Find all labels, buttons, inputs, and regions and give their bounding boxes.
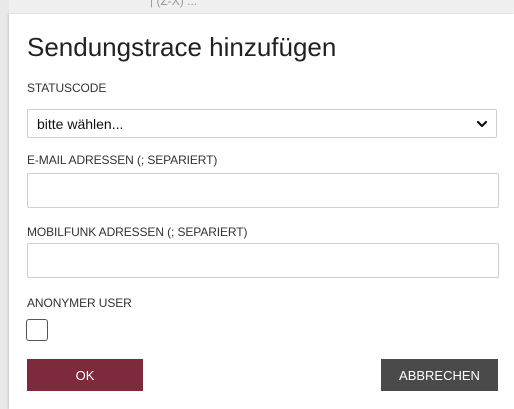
statuscode-select[interactable]: bitte wählen...: [27, 109, 497, 138]
background-edge: [0, 0, 9, 409]
statuscode-selected-value: bitte wählen...: [37, 116, 124, 132]
email-field[interactable]: [27, 173, 499, 208]
anonymous-user-label: ANONYMER USER: [27, 296, 132, 310]
background-page: | (Z-X) ...: [0, 0, 514, 14]
anonymous-user-checkbox[interactable]: [26, 319, 48, 341]
mobile-field[interactable]: [27, 243, 499, 278]
dialog-title: Sendungstrace hinzufügen: [27, 32, 337, 62]
mobile-label: MOBILFUNK ADRESSEN (; SEPARIERT): [27, 225, 248, 239]
statuscode-label: STATUSCODE: [27, 81, 107, 95]
ok-button[interactable]: OK: [27, 359, 143, 391]
add-shipment-trace-dialog: Sendungstrace hinzufügen STATUSCODE bitt…: [9, 14, 514, 409]
email-label: E-MAIL ADRESSEN (; SEPARIERT): [27, 153, 218, 167]
chevron-down-icon: [476, 120, 488, 128]
background-text: | (Z-X) ...: [150, 0, 198, 8]
cancel-button[interactable]: ABBRECHEN: [381, 359, 498, 391]
